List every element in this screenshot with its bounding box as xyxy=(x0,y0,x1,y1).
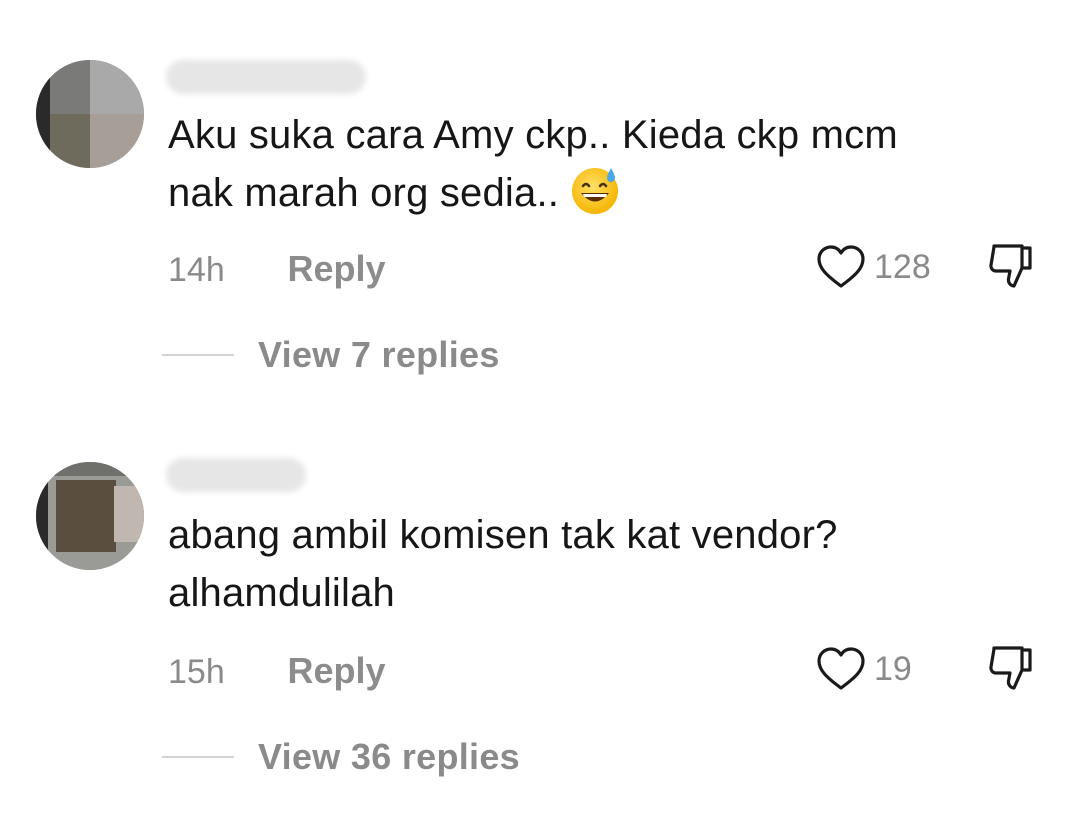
comment-text-line: alhamdulilah xyxy=(168,571,395,615)
comment-text-line-content: nak marah org sedia.. xyxy=(168,171,560,215)
comment-text-line: nak marah org sedia.. xyxy=(168,164,1028,222)
view-replies-label: View 7 replies xyxy=(258,334,500,375)
avatar-pixel xyxy=(90,60,144,114)
username-redacted[interactable] xyxy=(166,60,366,94)
comment-text-line: abang ambil komisen tak kat vendor? xyxy=(168,513,838,557)
avatar-pixel xyxy=(56,480,116,552)
reply-button[interactable]: Reply xyxy=(287,248,385,290)
avatar[interactable] xyxy=(36,462,144,570)
comment-item: abang ambil komisen tak kat vendor? alha… xyxy=(0,410,1080,836)
username-redacted[interactable] xyxy=(166,458,306,492)
divider-line xyxy=(162,756,234,758)
heart-outline-icon xyxy=(817,245,865,288)
thumbs-down-outline-icon[interactable] xyxy=(986,642,1036,694)
view-replies-button[interactable]: View 36 replies xyxy=(162,736,520,778)
comment-item: Aku suka cara Amy ckp.. Kieda ckp mcm na… xyxy=(0,0,1080,410)
avatar-pixel xyxy=(90,114,144,168)
comment-text: Aku suka cara Amy ckp.. Kieda ckp mcm na… xyxy=(168,106,1028,222)
reply-button[interactable]: Reply xyxy=(287,650,385,692)
comment-text: abang ambil komisen tak kat vendor? alha… xyxy=(168,506,1028,622)
avatar-pixel xyxy=(36,462,144,476)
like-button[interactable]: 19 xyxy=(816,644,912,694)
comment-timestamp: 14h xyxy=(168,251,225,289)
like-button[interactable]: 128 xyxy=(816,242,931,292)
view-replies-button[interactable]: View 7 replies xyxy=(162,334,500,376)
avatar[interactable] xyxy=(36,60,144,168)
grinning-face-with-sweat-icon xyxy=(572,168,619,214)
avatar-pixel xyxy=(114,486,144,542)
view-replies-label: View 36 replies xyxy=(258,736,521,777)
comment-meta: 14h Reply xyxy=(168,248,386,290)
avatar-pixel xyxy=(36,462,48,570)
comment-meta: 15h Reply xyxy=(168,650,386,692)
like-count: 128 xyxy=(874,247,931,286)
heart-outline-icon xyxy=(817,647,865,690)
divider-line xyxy=(162,354,234,356)
comment-timestamp: 15h xyxy=(168,653,225,691)
like-count: 19 xyxy=(874,649,912,688)
comment-text-line: Aku suka cara Amy ckp.. Kieda ckp mcm xyxy=(168,113,898,157)
thumbs-down-outline-icon[interactable] xyxy=(986,240,1036,292)
avatar-pixel xyxy=(36,60,50,168)
